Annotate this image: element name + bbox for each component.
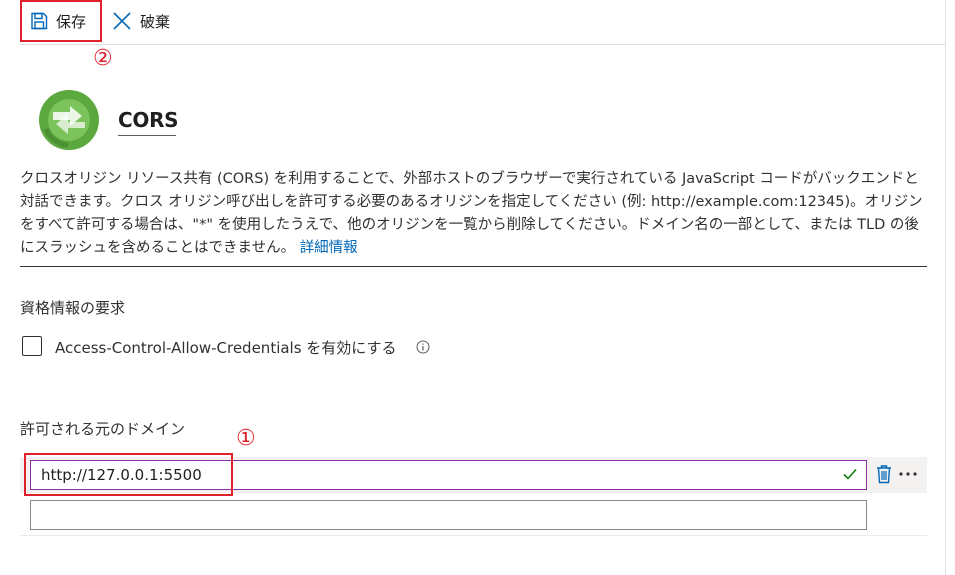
list-bottom-divider (20, 535, 927, 536)
allow-credentials-checkbox[interactable] (22, 336, 42, 356)
cors-description: クロスオリジン リソース共有 (CORS) を利用することで、外部ホストのブラウ… (20, 168, 930, 260)
floppy-disk-icon (30, 12, 48, 30)
right-divider (945, 0, 946, 575)
annotation-highlight-origin (24, 453, 233, 496)
page-title: CORS (118, 108, 179, 132)
toolbar-divider (20, 44, 945, 45)
annotation-marker-2: ② (93, 46, 113, 71)
description-text: クロスオリジン リソース共有 (CORS) を利用することで、外部ホストのブラウ… (20, 171, 923, 256)
allowed-origins-section-label: 許可される元のドメイン (20, 420, 186, 438)
command-bar: 保存 破棄 (0, 0, 945, 44)
cors-logo-icon (38, 89, 100, 151)
learn-more-link[interactable]: 詳細情報 (300, 240, 358, 256)
credentials-section-label: 資格情報の要求 (20, 299, 126, 317)
title-underline (118, 135, 176, 136)
allow-credentials-label: Access-Control-Allow-Credentials を有効にする (55, 339, 397, 357)
new-origin-input[interactable] (30, 500, 867, 530)
description-divider (20, 266, 927, 267)
more-options-icon[interactable] (898, 465, 920, 483)
save-button[interactable]: 保存 (20, 0, 102, 42)
checkmark-icon (842, 466, 858, 482)
discard-button[interactable]: 破棄 (112, 0, 170, 42)
close-icon (112, 11, 132, 31)
save-label: 保存 (56, 12, 87, 31)
discard-label: 破棄 (140, 12, 171, 31)
annotation-marker-1: ① (236, 426, 256, 451)
delete-icon[interactable] (875, 464, 893, 484)
info-icon[interactable] (416, 339, 430, 354)
